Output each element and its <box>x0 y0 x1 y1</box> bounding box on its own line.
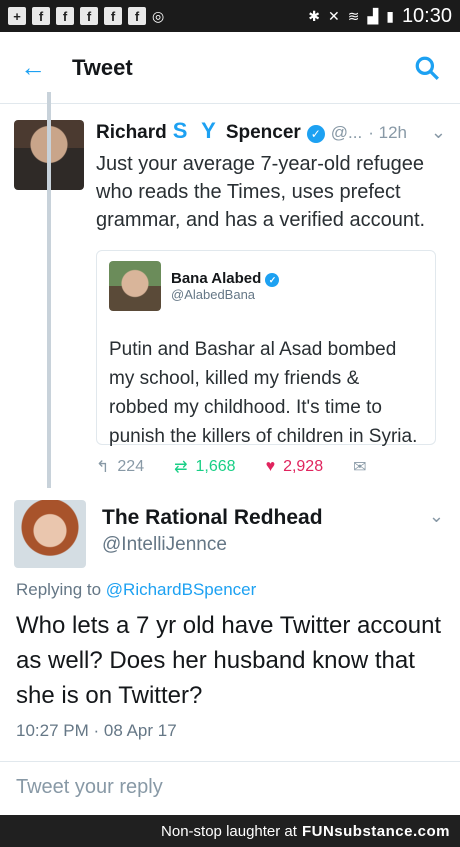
mention-link[interactable]: @RichardBSpencer <box>106 580 257 599</box>
quoted-avatar <box>109 261 161 311</box>
status-bar: + f f f f f ◎ ✱ ✕ ≋ ▟ ▮ 10:30 <box>0 0 460 32</box>
verified-icon: ✓ <box>306 125 325 143</box>
reply-tweet[interactable]: The Rational Redhead @IntelliJennce ⌄ Re… <box>0 492 460 741</box>
retweet-count: 1,668 <box>195 458 236 475</box>
like-count: 2,928 <box>283 458 324 475</box>
avatar[interactable] <box>14 500 86 568</box>
facebook-icon: f <box>56 7 74 25</box>
reply-author-name[interactable]: The Rational Redhead <box>102 506 323 530</box>
wifi-icon: ≋ <box>347 7 360 24</box>
dm-icon[interactable]: ✉ <box>353 457 366 477</box>
instagram-icon: ◎ <box>152 7 165 24</box>
reply-text: Who lets a 7 yr old have Twitter account… <box>16 612 442 709</box>
name-emphasis: S Y <box>172 118 220 143</box>
tweet-text: Just your average 7-year-old refugee who… <box>96 153 426 231</box>
retweet-icon: ⇄ <box>174 459 188 476</box>
app-bar: ← Tweet <box>0 32 460 104</box>
quoted-tweet[interactable]: Bana Alabed ✓ @AlabedBana Putin and Bash… <box>96 250 436 447</box>
footer-text: Non-stop laughter at <box>161 822 297 840</box>
facebook-icon: f <box>104 7 122 25</box>
heart-icon: ♥ <box>265 458 276 475</box>
signal-icon: ▟ <box>367 7 379 24</box>
page-title: Tweet <box>72 54 133 80</box>
facebook-icon: f <box>128 7 146 25</box>
timestamp: 10:27 PM · 08 Apr 17 <box>16 721 177 740</box>
reply-button[interactable]: ↰ 224 <box>96 457 144 477</box>
replying-to: Replying to @RichardBSpencer <box>16 580 257 599</box>
timestamp: · 12h <box>368 123 407 142</box>
thread-line <box>47 92 51 488</box>
chevron-down-icon[interactable]: ⌄ <box>429 506 444 556</box>
plus-icon: + <box>8 7 26 25</box>
facebook-icon: f <box>80 7 98 25</box>
author-handle[interactable]: @... <box>331 123 362 143</box>
battery-icon: ▮ <box>386 7 394 24</box>
reply-count: 224 <box>117 458 145 475</box>
like-button[interactable]: ♥ 2,928 <box>266 458 324 476</box>
quoted-author-handle: @AlabedBana <box>171 287 256 303</box>
bluetooth-icon: ✱ <box>308 7 320 24</box>
clock: 10:30 <box>401 4 452 27</box>
author-name-last[interactable]: Spencer <box>226 122 301 144</box>
arrow-left-icon[interactable]: ← <box>20 52 72 83</box>
search-icon[interactable] <box>414 55 440 81</box>
original-tweet[interactable]: Richard S Y Spencer ✓ @... · 12h ⌄ Just … <box>0 104 460 492</box>
chevron-down-icon[interactable]: ⌄ <box>431 122 446 143</box>
retweet-button[interactable]: ⇄ 1,668 <box>174 457 235 477</box>
tweet-actions: ↰ 224 ⇄ 1,668 ♥ 2,928 ✉ <box>96 457 446 477</box>
mute-icon: ✕ <box>327 7 340 24</box>
quoted-text: Putin and Bashar al Asad bombed my schoo… <box>109 339 418 447</box>
reply-input[interactable]: Tweet your reply <box>0 761 460 815</box>
author-name[interactable]: Richard <box>96 122 167 144</box>
quoted-author-name: Bana Alabed <box>171 269 262 287</box>
watermark-bar: Non-stop laughter at FUNsubstance.com <box>0 815 460 847</box>
verified-icon: ✓ <box>265 273 280 288</box>
facebook-icon: f <box>32 7 50 25</box>
tweet-header: Richard S Y Spencer ✓ @... · 12h ⌄ <box>96 118 446 144</box>
reply-icon: ↰ <box>96 459 110 476</box>
reply-author-handle[interactable]: @IntelliJennce <box>102 534 323 556</box>
site-logo: FUNsubstance.com <box>301 822 450 840</box>
